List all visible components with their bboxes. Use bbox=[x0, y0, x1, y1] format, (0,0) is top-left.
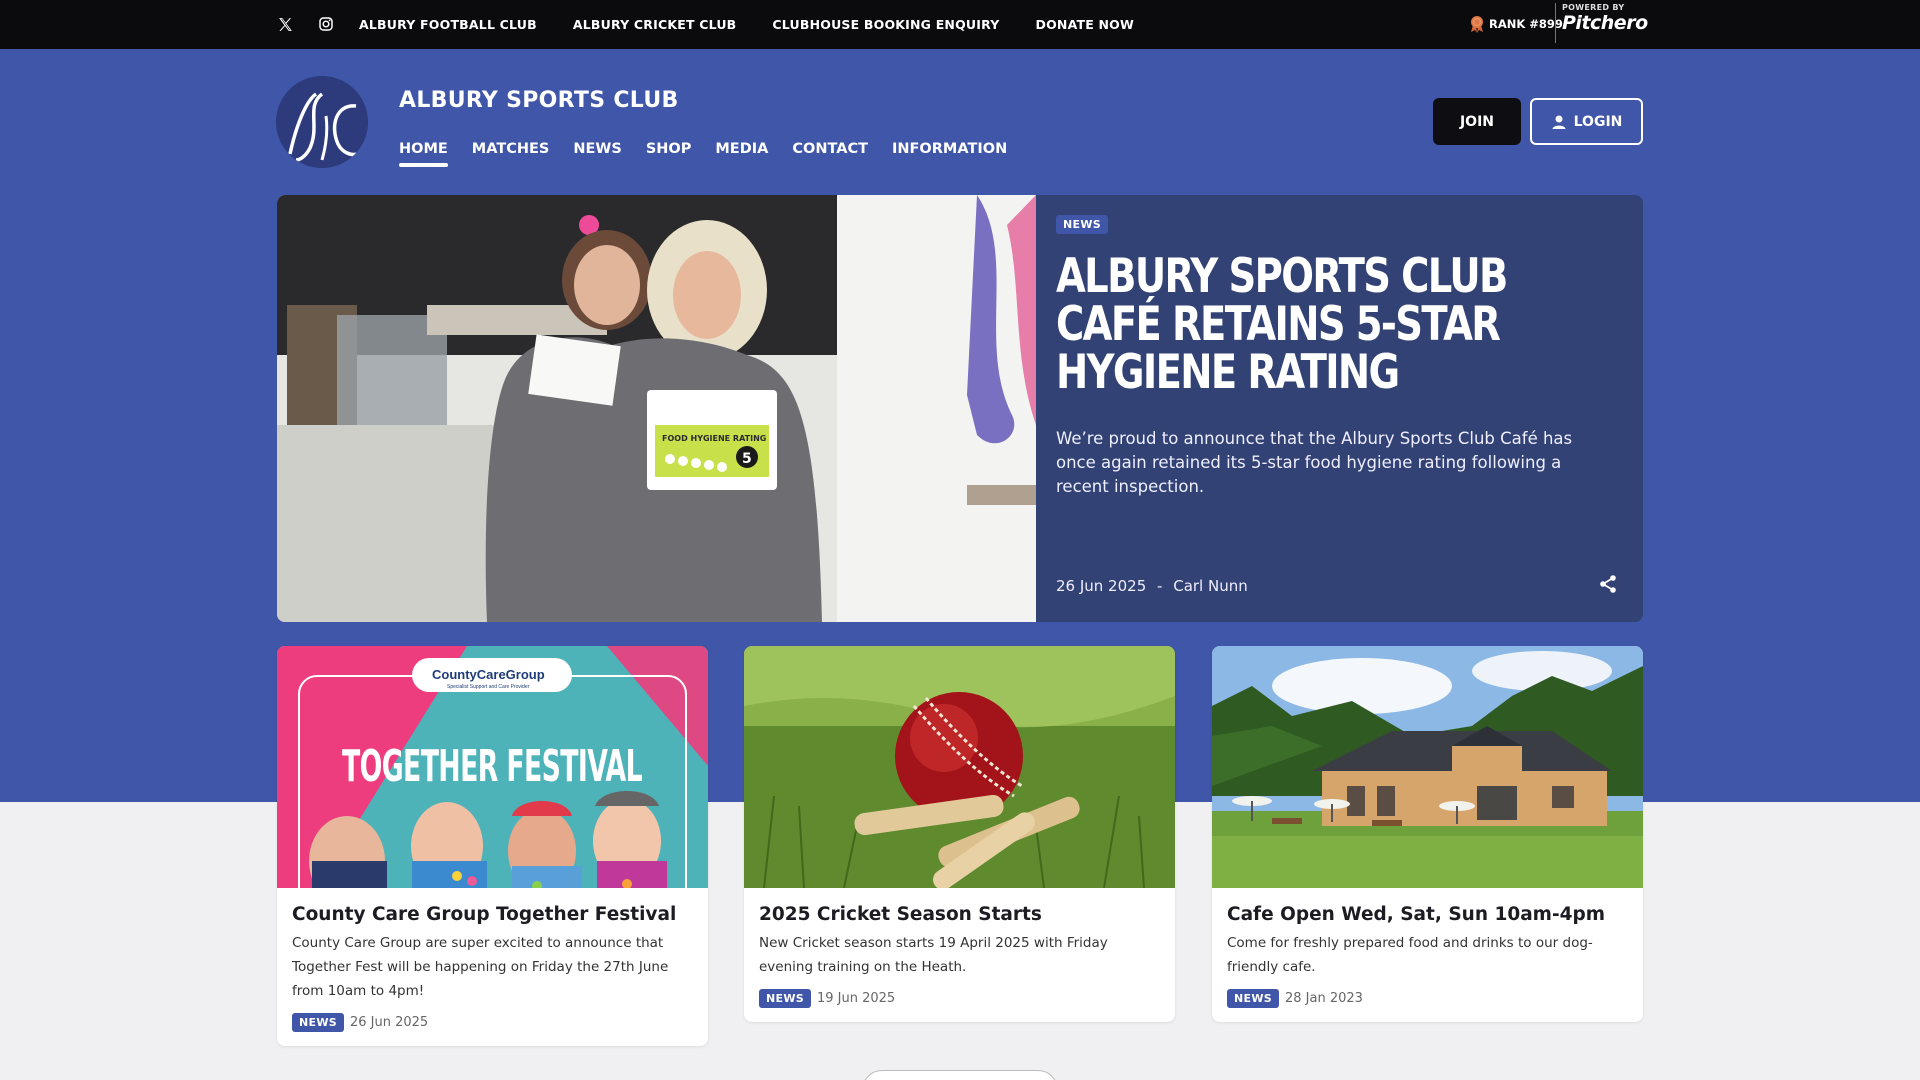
news-badge: NEWS bbox=[1056, 215, 1108, 234]
nav-news[interactable]: NEWS bbox=[573, 141, 621, 165]
nav-media[interactable]: MEDIA bbox=[715, 141, 768, 165]
featured-article-description: We’re proud to announce that the Albury … bbox=[1056, 429, 1573, 496]
powered-by-text: POWERED BY bbox=[1562, 3, 1625, 12]
article-card-date: 28 Jan 2023 bbox=[1284, 991, 1363, 1006]
nav-home[interactable]: HOME bbox=[399, 141, 448, 167]
article-card-date: 19 Jun 2025 bbox=[816, 991, 896, 1006]
article-card-title[interactable]: 2025 Cricket Season Starts bbox=[759, 904, 1160, 925]
user-icon bbox=[1552, 115, 1566, 129]
article-card-title[interactable]: County Care Group Together Festival bbox=[292, 904, 693, 925]
nav-shop[interactable]: SHOP bbox=[646, 141, 692, 165]
article-card-description: Come for freshly prepared food and drink… bbox=[1227, 935, 1593, 975]
link-clubhouse-booking[interactable]: CLUBHOUSE BOOKING ENQUIRY bbox=[772, 17, 999, 32]
featured-article-meta: 26 Jun 2025 - Carl Nunn bbox=[1056, 577, 1248, 595]
news-badge: NEWS bbox=[292, 1013, 344, 1032]
link-football-club[interactable]: ALBURY FOOTBALL CLUB bbox=[359, 17, 537, 32]
pitchero-logo[interactable]: POWERED BY Pitchero bbox=[1555, 3, 1648, 43]
main-nav: HOME MATCHES NEWS SHOP MEDIA CONTACT INF… bbox=[399, 141, 1007, 167]
article-card[interactable]: Cafe Open Wed, Sat, Sun 10am-4pm Come fo… bbox=[1212, 646, 1643, 1022]
nav-information[interactable]: INFORMATION bbox=[892, 141, 1007, 165]
rank-badge[interactable]: RANK #899 bbox=[1470, 15, 1563, 33]
rank-text: RANK #899 bbox=[1489, 17, 1563, 31]
article-date: 26 Jun 2025 bbox=[1056, 577, 1147, 595]
top-bar: ALBURY FOOTBALL CLUB ALBURY CRICKET CLUB… bbox=[0, 0, 1920, 49]
countycare-brand: CountyCareGroup bbox=[432, 667, 545, 682]
article-card[interactable]: 2025 Cricket Season Starts New Cricket s… bbox=[744, 646, 1175, 1022]
article-card-image bbox=[744, 646, 1175, 888]
hygiene-rating-digit: 5 bbox=[742, 451, 752, 467]
featured-article-image: FOOD HYGIENE RATING 5 bbox=[277, 195, 1036, 622]
login-label: LOGIN bbox=[1573, 113, 1623, 130]
news-badge: NEWS bbox=[1227, 989, 1279, 1008]
article-card-description: County Care Group are super excited to a… bbox=[292, 935, 669, 999]
featured-article-title[interactable]: ALBURY SPORTS CLUB CAFÉ RETAINS 5-STAR H… bbox=[1056, 253, 1622, 397]
article-card-title[interactable]: Cafe Open Wed, Sat, Sun 10am-4pm bbox=[1227, 904, 1628, 925]
article-card-date: 26 Jun 2025 bbox=[349, 1015, 429, 1030]
instagram-icon[interactable] bbox=[315, 13, 337, 35]
x-twitter-icon[interactable] bbox=[274, 13, 296, 35]
top-links: ALBURY FOOTBALL CLUB ALBURY CRICKET CLUB… bbox=[359, 0, 1134, 49]
join-button[interactable]: JOIN bbox=[1433, 98, 1521, 145]
nav-contact[interactable]: CONTACT bbox=[792, 141, 868, 165]
article-author: Carl Nunn bbox=[1173, 577, 1248, 595]
pitchero-brand: Pitchero bbox=[1562, 12, 1648, 34]
rank-medal-icon bbox=[1471, 16, 1483, 33]
article-card[interactable]: CountyCareGroup Specialist Support and C… bbox=[277, 646, 708, 1046]
news-badge: NEWS bbox=[759, 989, 811, 1008]
countycare-tagline: Specialist Support and Care Provider bbox=[447, 684, 530, 690]
club-name[interactable]: ALBURY SPORTS CLUB bbox=[399, 88, 679, 113]
hygiene-sign-text: FOOD HYGIENE RATING bbox=[662, 434, 766, 443]
article-card-meta: NEWS 26 Jun 2025 bbox=[292, 1013, 693, 1032]
nav-matches[interactable]: MATCHES bbox=[472, 141, 550, 165]
more-news-button[interactable] bbox=[862, 1070, 1058, 1080]
login-button[interactable]: LOGIN bbox=[1530, 98, 1643, 145]
together-festival-headline: TOGETHER FESTIVAL bbox=[342, 741, 642, 792]
article-card-image: CountyCareGroup Specialist Support and C… bbox=[277, 646, 708, 888]
article-card-meta: NEWS 19 Jun 2025 bbox=[759, 989, 1160, 1008]
share-icon[interactable] bbox=[1598, 574, 1620, 596]
featured-article-content: NEWS ALBURY SPORTS CLUB CAFÉ RETAINS 5-S… bbox=[1056, 195, 1626, 622]
featured-article[interactable]: FOOD HYGIENE RATING 5 NEWS ALBURY SPORTS… bbox=[277, 195, 1643, 622]
link-donate[interactable]: DONATE NOW bbox=[1036, 17, 1134, 32]
club-logo[interactable] bbox=[276, 76, 368, 168]
meta-separator: - bbox=[1157, 577, 1163, 595]
link-cricket-club[interactable]: ALBURY CRICKET CLUB bbox=[573, 17, 737, 32]
article-card-description: New Cricket season starts 19 April 2025 … bbox=[759, 935, 1108, 975]
article-card-meta: NEWS 28 Jan 2023 bbox=[1227, 989, 1628, 1008]
article-card-image bbox=[1212, 646, 1643, 888]
